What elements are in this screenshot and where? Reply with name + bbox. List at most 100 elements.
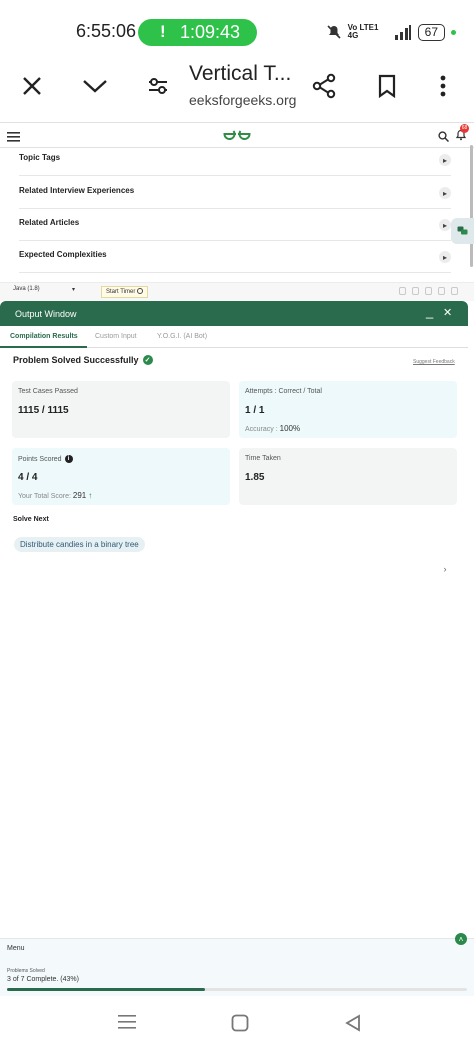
recents-icon <box>118 1015 136 1029</box>
chevron-up-icon[interactable]: ˄ <box>455 933 467 945</box>
signal-icon <box>394 25 411 40</box>
next-problem-chip[interactable]: Distribute candies in a binary tree <box>14 537 145 552</box>
total-score-value: 291 <box>72 491 87 500</box>
copy-icon[interactable] <box>399 287 406 295</box>
home-icon <box>231 1014 249 1032</box>
accuracy-value: 100% <box>279 424 301 433</box>
progress-bar-fill <box>7 988 205 991</box>
privacy-dot-icon <box>451 29 456 35</box>
page-url[interactable]: eeksforgeeks.org <box>189 92 296 108</box>
accordion-label: Expected Complexities <box>19 250 107 259</box>
notifications-button[interactable]: 68 <box>455 124 469 146</box>
points-card: Points Scored i 4 / 4 Your Total Score: 2… <box>12 448 230 505</box>
minimize-tab-button[interactable] <box>75 66 115 106</box>
site-settings-button[interactable] <box>138 66 178 106</box>
result-status-text: Problem Solved Successfully <box>13 355 139 365</box>
chevron-right-icon: ▸ <box>439 219 451 231</box>
ongoing-call-pill[interactable]: ! 1:09:43 <box>138 19 257 46</box>
editor-toolbar: Java (1.8) ▾ Start Timer <box>0 282 474 301</box>
output-window-header: Output Window _ ✕ <box>0 301 468 326</box>
editor-tool-icons <box>399 287 458 295</box>
output-tabs: Compilation Results Custom Input Y.O.G.I… <box>0 326 468 348</box>
caret-down-icon: ▾ <box>71 287 75 293</box>
total-score-label: Your Total Score: <box>18 493 71 500</box>
tab-compilation-results[interactable]: Compilation Results <box>10 333 78 340</box>
time-taken-card: Time Taken 1.85 <box>239 448 457 505</box>
tab-yogi-ai-bot[interactable]: Y.O.G.I. (AI Bot) <box>157 333 207 340</box>
accordion-label: Topic Tags <box>19 153 61 162</box>
notification-badge: 68 <box>460 124 469 133</box>
language-value: Java (1.8) <box>13 286 40 292</box>
card-value: 1 / 1 <box>245 405 265 416</box>
accuracy-label: Accuracy : <box>245 426 278 433</box>
start-timer-button[interactable]: Start Timer <box>101 286 149 298</box>
problems-solved-label: Problems Solved <box>7 968 45 974</box>
theme-icon[interactable] <box>412 287 419 295</box>
card-title: Test Cases Passed <box>18 388 78 395</box>
result-status: Problem Solved Successfully ✓ <box>13 355 153 365</box>
mute-icon <box>327 25 341 39</box>
chevron-right-icon: ▸ <box>439 187 451 199</box>
test-cases-card: Test Cases Passed 1115 / 1115 <box>12 381 230 438</box>
card-title: Time Taken <box>245 455 281 462</box>
chat-button[interactable] <box>451 218 474 244</box>
status-time: 6:55:06 <box>76 21 137 41</box>
accordion-related-interview-experiences[interactable]: Related Interview Experiences ▸ <box>19 177 451 209</box>
fullscreen-icon[interactable] <box>451 287 458 295</box>
accordion-label: Related Articles <box>19 218 80 227</box>
accordion-topic-tags[interactable]: Topic Tags ▸ <box>19 144 451 176</box>
more-options-button[interactable] <box>423 66 463 106</box>
card-value: 1115 / 1115 <box>18 405 69 416</box>
back-button[interactable] <box>345 1014 361 1037</box>
recent-apps-button[interactable] <box>118 1014 136 1035</box>
card-title: Attempts : Correct / Total <box>245 388 322 395</box>
progress-bar <box>7 988 467 991</box>
accuracy-line: Accuracy : 100% <box>245 424 300 433</box>
bookmark-icon <box>378 74 396 98</box>
accordion-expected-complexities[interactable]: Expected Complexities ▸ <box>19 241 451 273</box>
check-circle-icon: ✓ <box>142 355 153 365</box>
accordion-label: Related Interview Experiences <box>19 186 135 195</box>
attempts-card: Attempts : Correct / Total 1 / 1 Accurac… <box>239 381 457 438</box>
total-score-line: Your Total Score: 291 ↑ <box>18 491 92 500</box>
chevron-right-icon[interactable]: › <box>440 564 450 574</box>
share-icon <box>312 73 336 99</box>
call-timer: 1:09:43 <box>180 22 241 42</box>
solve-next-heading: Solve Next <box>13 516 49 523</box>
hamburger-icon <box>7 132 20 142</box>
minimize-output-button[interactable]: _ <box>426 304 433 319</box>
home-button[interactable] <box>231 1014 249 1037</box>
share-button[interactable] <box>304 66 344 106</box>
card-title: Points Scored <box>18 455 62 463</box>
reset-icon[interactable] <box>438 287 445 295</box>
chevron-right-icon: ▸ <box>439 154 451 166</box>
card-value: 1.85 <box>245 472 265 483</box>
tab-custom-input[interactable]: Custom Input <box>95 333 137 340</box>
tune-icon <box>149 78 167 94</box>
system-icons: Vo LTE1 4G 67 <box>326 20 456 44</box>
call-alert-icon: ! <box>160 22 166 41</box>
info-icon[interactable]: i <box>64 455 73 463</box>
language-select[interactable]: Java (1.8) ▾ <box>10 286 78 298</box>
page-title: Vertical T... <box>189 62 292 85</box>
card-value: 4 / 4 <box>18 472 38 483</box>
scrollbar-thumb[interactable] <box>470 145 473 267</box>
suggest-feedback-link[interactable]: Suggest Feedback <box>413 359 455 365</box>
bookmark-button[interactable] <box>367 66 407 106</box>
chat-icon <box>457 226 468 235</box>
output-window-title: Output Window <box>15 309 77 319</box>
menu-label[interactable]: Menu <box>7 945 25 952</box>
progress-text: 3 of 7 Complete. (43%) <box>7 976 79 983</box>
active-tab-indicator <box>0 346 87 348</box>
close-output-button[interactable]: ✕ <box>443 306 452 319</box>
timer-icon <box>137 288 144 295</box>
battery-icon: 67 <box>417 23 445 41</box>
network-label: Vo LTE1 4G <box>347 23 379 40</box>
close-icon <box>23 77 41 95</box>
search-icon <box>438 131 450 143</box>
close-tab-button[interactable] <box>12 66 52 106</box>
arrow-up-icon: ↑ <box>88 491 93 500</box>
accordion-related-articles[interactable]: Related Articles ▸ <box>19 209 451 241</box>
settings-icon[interactable] <box>425 287 432 295</box>
bottom-menu-panel: Menu ˄ Problems Solved 3 of 7 Complete. … <box>0 933 474 996</box>
